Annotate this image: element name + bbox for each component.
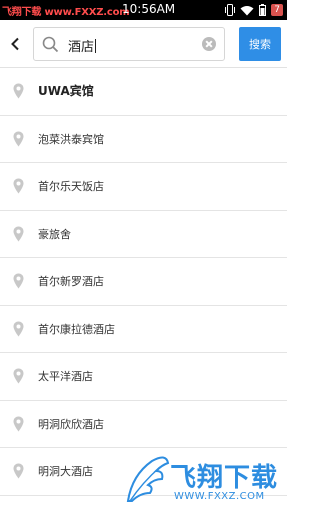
list-item-label: 首尔乐天饭店 — [38, 180, 104, 193]
location-pin-icon — [13, 178, 24, 198]
back-arrow-icon — [11, 37, 19, 51]
location-pin-icon — [13, 83, 24, 103]
list-item[interactable]: 首尔新罗酒店 — [0, 258, 287, 306]
list-item[interactable]: 太平洋酒店 — [0, 353, 287, 401]
text-caret — [95, 39, 97, 53]
vibrate-icon — [225, 1, 236, 20]
list-item-label: 首尔康拉德酒店 — [38, 322, 115, 336]
location-pin-icon — [13, 321, 24, 341]
list-item-label: 首尔新罗酒店 — [38, 275, 104, 288]
back-button[interactable] — [4, 32, 26, 56]
location-pin-icon — [13, 273, 24, 293]
list-item[interactable]: 首尔康拉德酒店 — [0, 306, 287, 353]
search-icon — [42, 36, 59, 57]
results-list: UWA宾馆 泡菜洪泰宾馆 首尔乐天饭店 豪旅舍 首尔新罗酒店 首尔康拉德酒店 太… — [0, 68, 287, 496]
location-pin-icon — [13, 131, 24, 151]
status-watermark: 飞翔下载 www.FXXZ.com — [2, 3, 130, 18]
watermark-url: www.FXXZ.com — [44, 7, 130, 18]
location-pin-icon — [13, 416, 24, 436]
wifi-icon — [240, 1, 254, 20]
list-item[interactable]: UWA宾馆 — [0, 68, 287, 116]
location-pin-icon — [13, 226, 24, 246]
list-item[interactable]: 泡菜洪泰宾馆 — [0, 116, 287, 163]
status-bar: 飞翔下载 www.FXXZ.com 10:56AM 7 — [0, 0, 287, 20]
search-query: 酒店 — [68, 39, 97, 55]
list-item[interactable]: 首尔乐天饭店 — [0, 163, 287, 211]
list-item-label: 明洞大酒店 — [38, 465, 93, 478]
status-icons: 7 — [225, 3, 283, 17]
watermark-logo: 飞翔下载 WWW.FXXZ.COM — [122, 453, 285, 509]
search-input[interactable]: 酒店 — [33, 27, 225, 61]
list-item-label: 明洞欣欣酒店 — [38, 417, 104, 431]
search-header: 酒店 搜索 — [0, 20, 287, 68]
watermark-brand: 飞翔下载 — [170, 463, 279, 493]
status-time: 10:56AM — [122, 2, 176, 16]
battery-icon — [259, 1, 267, 20]
list-item-label: 泡菜洪泰宾馆 — [38, 132, 104, 146]
notification-badge: 7 — [271, 4, 283, 16]
location-pin-icon — [13, 463, 24, 483]
list-item[interactable]: 豪旅舍 — [0, 211, 287, 258]
list-item[interactable]: 明洞欣欣酒店 — [0, 401, 287, 448]
list-item-label: 豪旅舍 — [38, 227, 71, 241]
search-button[interactable]: 搜索 — [239, 27, 281, 61]
list-item-label: UWA宾馆 — [38, 84, 94, 98]
clear-icon[interactable] — [202, 37, 216, 51]
feather-logo-icon — [126, 456, 170, 502]
watermark-url-text: WWW.FXXZ.COM — [174, 491, 265, 502]
location-pin-icon — [13, 368, 24, 388]
list-item-label: 太平洋酒店 — [38, 370, 93, 383]
watermark-text: 飞翔下载 — [2, 7, 42, 18]
